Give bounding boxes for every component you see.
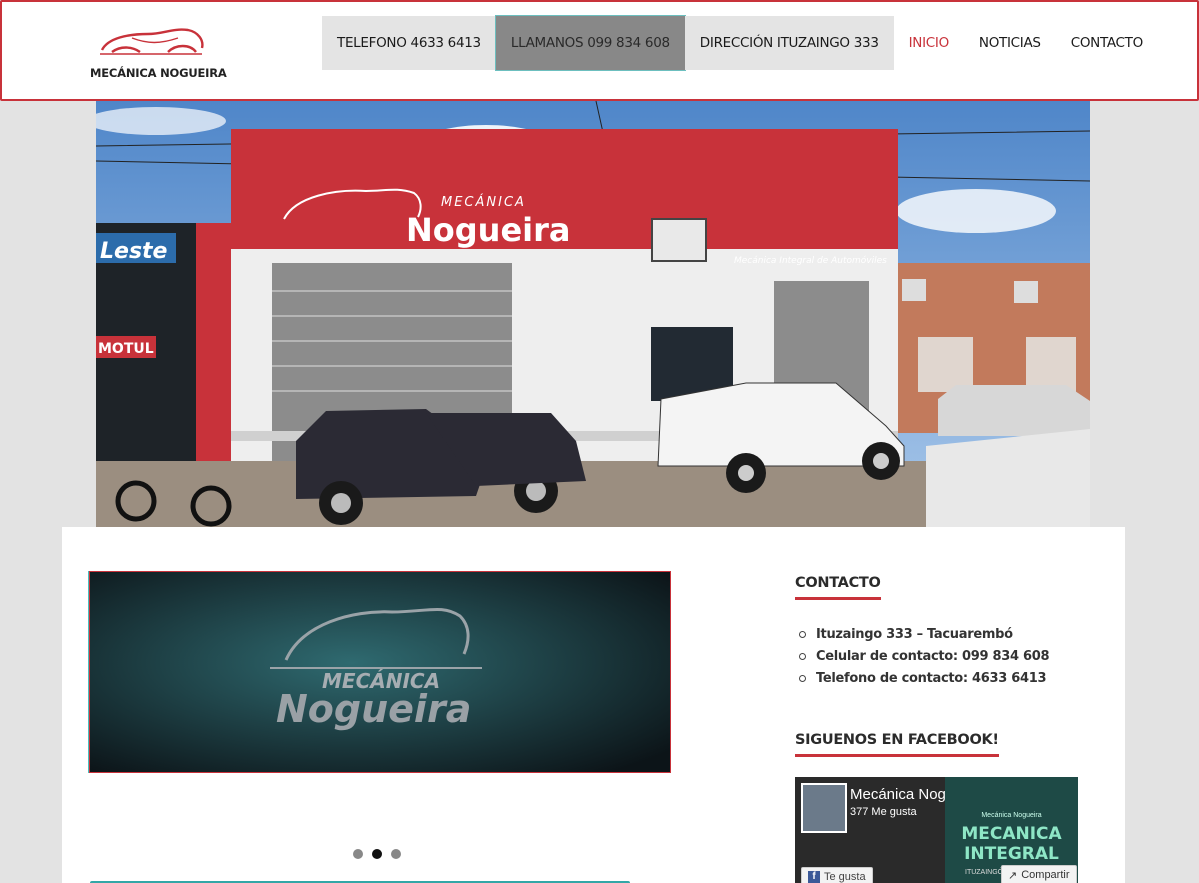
share-arrow-icon: ↗ [1008,869,1018,882]
slider[interactable]: MECÁNICA Nogueira [89,571,671,773]
facebook-page-plugin[interactable]: Mecánica Nogueira 377 Me gusta Mecánica … [795,777,1078,883]
facebook-f-icon: f [808,871,820,883]
facebook-like-button[interactable]: f Te gusta [801,867,873,883]
contact-widget-title: CONTACTO [795,575,881,600]
sign-big: Nogueira [406,211,571,249]
facebook-cover-line1: MECANICA [961,824,1062,844]
facebook-cover-line2: INTEGRAL [964,844,1059,864]
contact-mobile: Celular de contacto: 099 834 608 [799,645,1050,667]
nav-inicio[interactable]: INICIO [894,16,964,70]
facebook-widget-title: SIGUENOS EN FACEBOOK! [795,732,999,757]
sign-tagline: Mecánica Integral de Automóviles [734,255,887,266]
site-logo[interactable]: MECÁNICA NOGUEIRA [90,24,227,84]
slider-dot-3[interactable] [391,849,401,859]
contact-address: Ituzaingo 333 – Tacuarembó [799,623,1049,645]
nav-direccion[interactable]: DIRECCIÓN ITUZAINGO 333 [684,16,894,70]
nav-contacto[interactable]: CONTACTO [1056,16,1158,70]
slide-image: MECÁNICA Nogueira [90,572,670,772]
slider-dots [353,849,401,859]
nav-noticias[interactable]: NOTICIAS [964,16,1056,70]
facebook-share-label: Compartir [1021,869,1070,881]
intro-text-cutoff [90,879,630,883]
facebook-share-button[interactable]: ↗ Compartir [1001,865,1077,883]
slide-logo-big: Nogueira [276,687,471,731]
site-header: MECÁNICA NOGUEIRA TELEFONO 4633 6413 LLA… [0,0,1199,101]
contact-list: Ituzaingo 333 – Tacuarembó Celular de co… [799,623,1050,689]
facebook-likes-count: 377 Me gusta [850,806,917,818]
slider-dot-1[interactable] [353,849,363,859]
facebook-page-thumbnail[interactable] [801,783,847,833]
contact-phone: Telefono de contacto: 4633 6413 [799,667,1049,689]
sign-small: MECÁNICA [441,194,526,210]
content-card: MECÁNICA Nogueira CONTACTO Ituzaingo 333… [62,527,1125,883]
neighbor-sub: MOTUL [98,341,154,357]
facebook-cover-small: Mecánica Nogueira [981,812,1042,819]
nav-llamanos[interactable]: LLAMANOS 099 834 608 [494,15,686,71]
main-nav: TELEFONO 4633 6413 LLAMANOS 099 834 608 … [322,15,1158,71]
storefront-photo: Leste MOTUL MECÁNICA Nogueira Mecánica I… [96,101,1090,528]
slider-dot-2[interactable] [372,849,382,859]
hero-image: Leste MOTUL MECÁNICA Nogueira Mecánica I… [96,101,1090,528]
logo-text: MECÁNICA NOGUEIRA [90,66,227,80]
car-logo-icon [100,28,204,55]
facebook-like-label: Te gusta [824,871,866,883]
neighbor-sign: Leste [100,239,168,264]
nav-telefono[interactable]: TELEFONO 4633 6413 [322,16,496,70]
